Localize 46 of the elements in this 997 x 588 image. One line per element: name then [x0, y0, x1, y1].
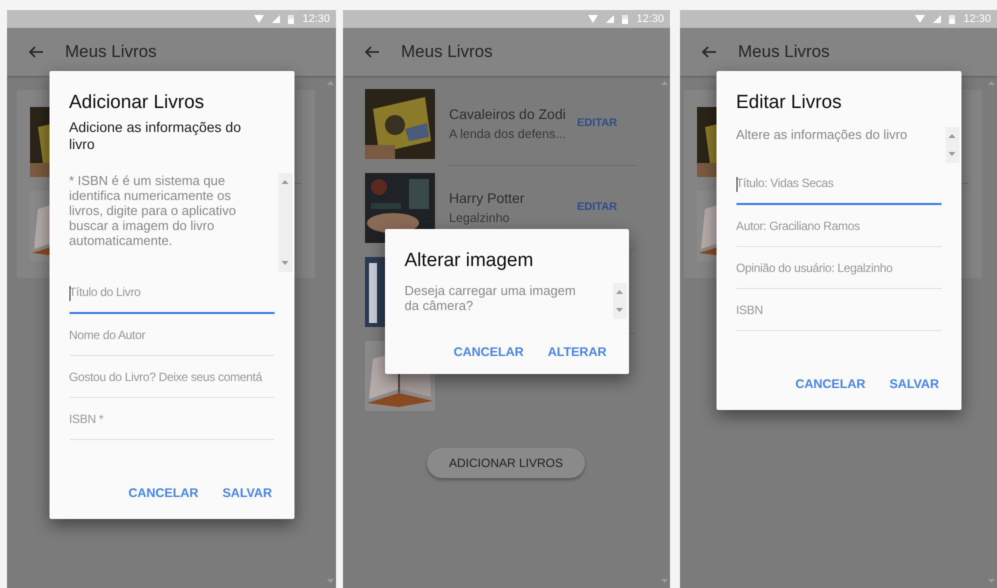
scroll-down-icon[interactable] [948, 152, 956, 156]
dialog-button[interactable]: CANCELAR [795, 375, 866, 394]
back-icon[interactable] [29, 46, 43, 58]
add-books-button[interactable]: ADICIONAR LIVROS [426, 448, 586, 478]
dialog-message: Deseja carregar uma imagem da câmera? [404, 283, 577, 315]
dialog-message: * ISBN é é um sistema que identifica numericamente os livros, digite para o aplicativo buscar a imagem do livro automaticamente. [69, 173, 237, 250]
dialog-message: Altere as informações do livro [736, 127, 908, 144]
book-title: Harry Potter [449, 188, 526, 208]
dialog-button[interactable]: ALTERAR [548, 343, 606, 362]
signal-icon [272, 15, 280, 23]
scroll-up-icon[interactable] [282, 180, 288, 184]
scroll-up-icon[interactable] [616, 290, 623, 294]
wifi-icon [588, 15, 598, 23]
edit-button[interactable]: EDITAR [577, 115, 618, 132]
signal-icon [933, 15, 942, 23]
edit-button[interactable]: EDITAR [577, 199, 618, 216]
battery-icon [288, 14, 294, 24]
dialog-button[interactable]: SALVAR [889, 375, 939, 394]
book-title: Cavaleiros do Zodi [449, 104, 567, 124]
back-icon[interactable] [702, 46, 716, 58]
wifi-icon [254, 15, 264, 23]
app-title: Meus Livros [401, 41, 493, 64]
status-time: 12:30 [963, 12, 991, 27]
dialog-title: Alterar imagem [404, 249, 534, 273]
text-field[interactable]: Título: Vidas Secas [736, 163, 941, 205]
scroll-down-icon[interactable] [616, 308, 623, 312]
app-title: Meus Livros [65, 41, 157, 64]
scroll-up-icon[interactable] [948, 134, 956, 138]
battery-icon [622, 14, 628, 24]
dialog-button[interactable]: CANCELAR [454, 343, 524, 362]
book-subtitle: Legalzinho [449, 210, 510, 227]
battery-icon [949, 14, 956, 24]
text-field[interactable]: Título do Livro [69, 272, 274, 314]
dialog-button[interactable]: CANCELAR [128, 484, 198, 503]
app-title: Meus Livros [738, 41, 830, 64]
dialog-title: Editar Livros [735, 91, 843, 115]
scroll-down-icon[interactable] [282, 261, 288, 265]
signal-icon [606, 15, 614, 23]
back-icon[interactable] [365, 46, 379, 58]
dialog-title: Adicionar Livros [68, 91, 206, 115]
status-time: 12:30 [302, 12, 330, 27]
book-subtitle: A lenda dos defens... [449, 126, 567, 143]
status-time: 12:30 [636, 12, 664, 27]
dialog-subtitle: Adicione as informações do livro [68, 119, 242, 153]
wifi-icon [915, 15, 926, 23]
dialog-button[interactable]: SALVAR [222, 484, 272, 503]
